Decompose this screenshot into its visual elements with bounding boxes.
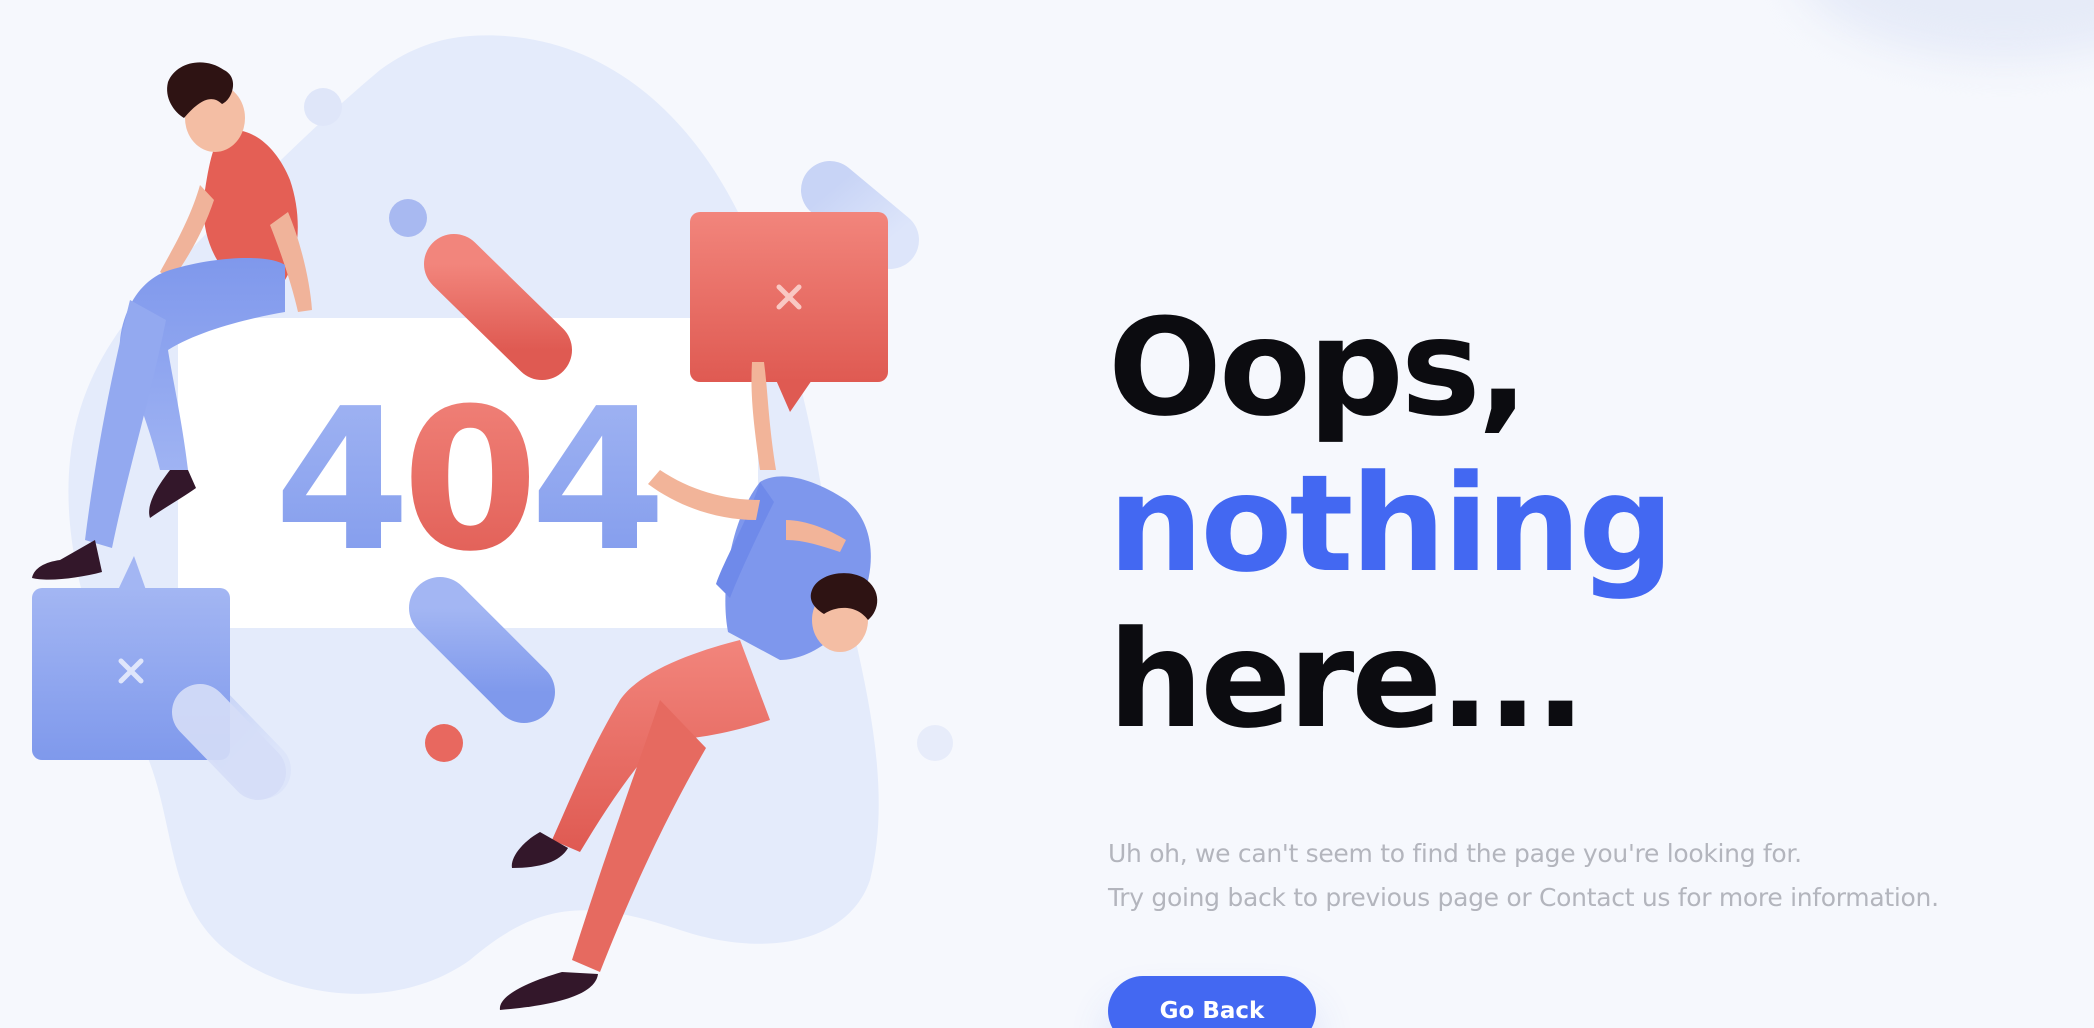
title-accent-word: nothing (1108, 446, 1674, 602)
title-line-1: Oops, (1108, 290, 1529, 446)
illustration-404: 4 0 4 (0, 0, 960, 1028)
code-digit: 4 (530, 367, 666, 595)
decor-dot (917, 725, 953, 761)
decor-dot (425, 724, 463, 762)
title-rest: here... (1108, 602, 1586, 758)
go-back-button[interactable]: Go Back (1108, 976, 1316, 1028)
error-message: Uh oh, we can't seem to find the page yo… (1108, 832, 2068, 920)
decor-dot (389, 199, 427, 237)
corner-glow (1794, 0, 2094, 60)
code-digit: 0 (402, 367, 538, 595)
error-page: 4 0 4 Oops, nothing here... Uh oh, we ca… (0, 0, 2094, 1028)
code-digit: 4 (274, 367, 410, 595)
message-line-1: Uh oh, we can't seem to find the page yo… (1108, 839, 1802, 868)
error-bubble-red (690, 212, 888, 412)
message-line-2: Try going back to previous page or Conta… (1108, 883, 1939, 912)
message-panel: Oops, nothing here... Uh oh, we can't se… (1108, 290, 2068, 1028)
page-title: Oops, nothing here... (1108, 290, 2068, 758)
decor-dot (304, 88, 342, 126)
